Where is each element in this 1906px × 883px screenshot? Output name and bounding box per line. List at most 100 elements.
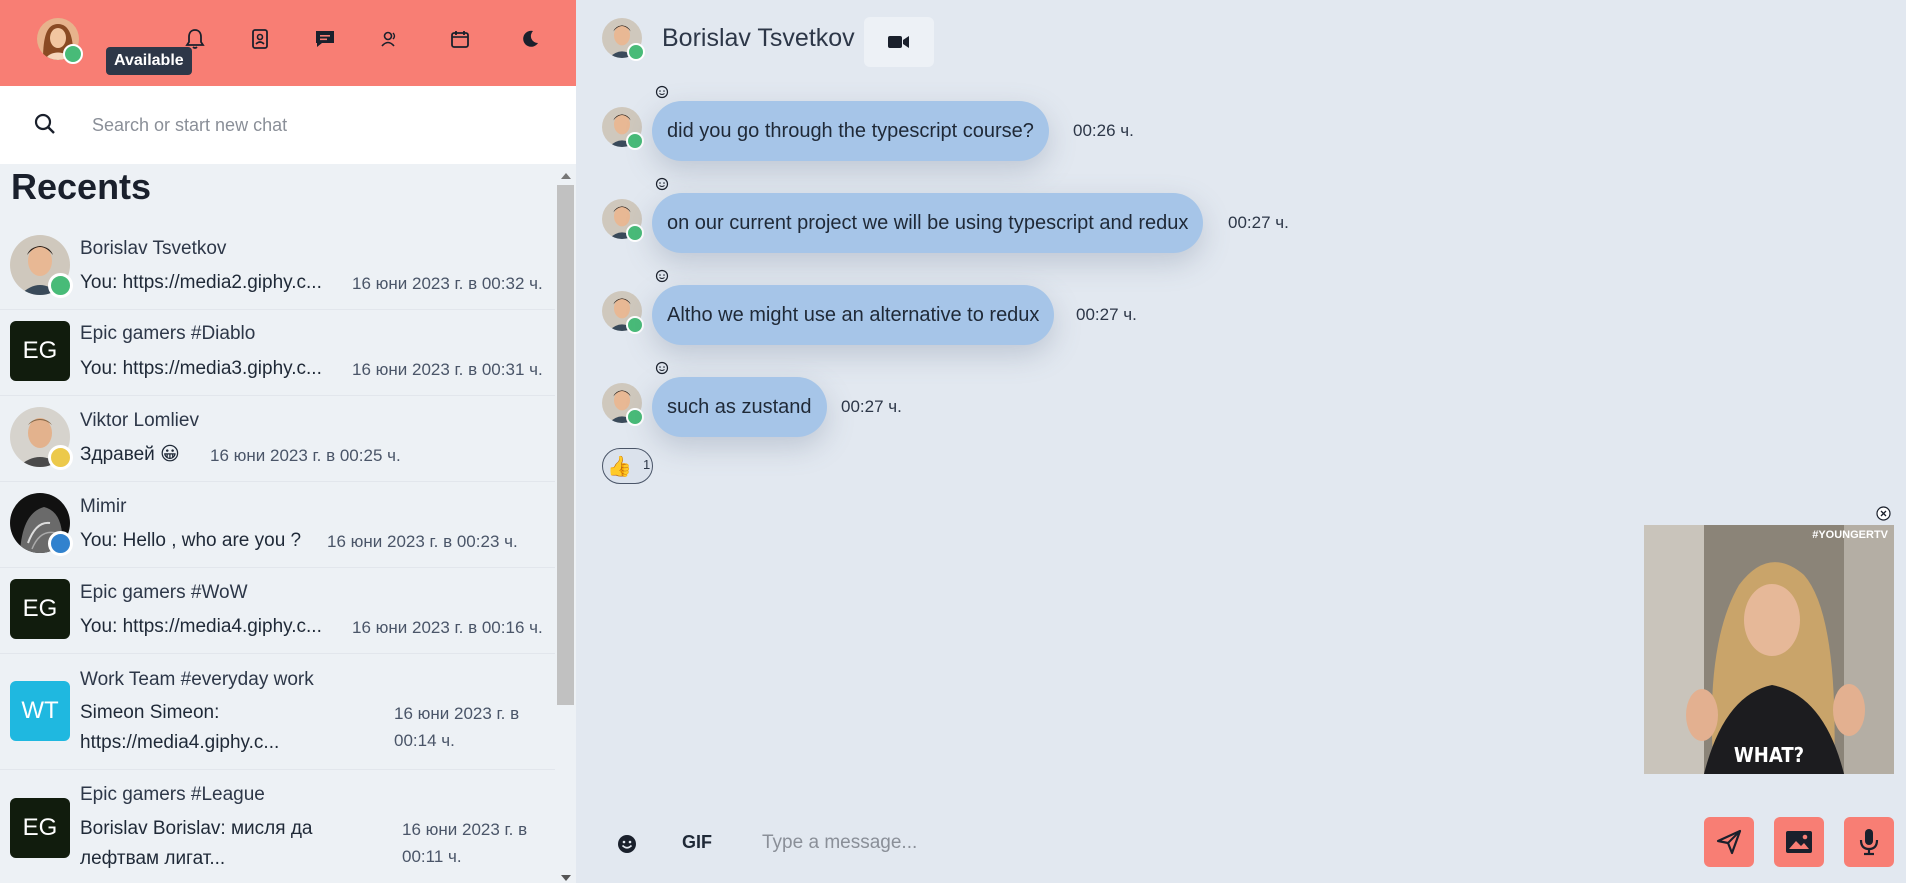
- message-time: 00:27 ч.: [1076, 305, 1137, 324]
- gif-watermark: #YOUNGERTV: [1812, 529, 1888, 541]
- emoji-icon[interactable]: [616, 833, 638, 855]
- contact-name: Borislav Tsvetkov: [662, 24, 855, 52]
- my-status-dot: [63, 44, 83, 64]
- chat-name: Borislav Tsvetkov: [80, 238, 227, 259]
- chat-item-epic-diablo[interactable]: EG Epic gamers #Diablo You: https://medi…: [0, 316, 555, 396]
- calendar-icon[interactable]: [447, 26, 473, 52]
- gif-preview[interactable]: #YOUNGERTV WHAT?: [1644, 525, 1894, 774]
- chat-name: Epic gamers #Diablo: [80, 323, 256, 344]
- contact-status-dot: [627, 43, 645, 61]
- message-bubble[interactable]: Altho we might use an alternative to red…: [652, 285, 1055, 345]
- sender-status-dot: [626, 408, 644, 426]
- chat-preview-line-2: https://media4.giphy.c...: [80, 732, 280, 753]
- video-call-button[interactable]: [864, 17, 934, 67]
- chat-time-line-2: 00:14 ч.: [394, 731, 455, 750]
- chat-preview-line-1: Simeon Simeon:: [80, 702, 220, 723]
- status-dot: [48, 273, 73, 298]
- close-preview-icon[interactable]: [1876, 506, 1891, 521]
- gif-button[interactable]: GIF: [682, 832, 712, 853]
- send-button[interactable]: [1704, 817, 1754, 867]
- message-composer: GIF: [576, 800, 1906, 883]
- chat-item-epic-league[interactable]: EG Epic gamers #League Borislav Borislav…: [0, 776, 555, 883]
- add-reaction-icon[interactable]: [655, 177, 669, 191]
- add-reaction-icon[interactable]: [655, 361, 669, 375]
- chat-time-line-1: 16 юни 2023 г. в: [394, 704, 520, 723]
- gif-caption: WHAT?: [1733, 743, 1805, 768]
- chat-preview-line-2: лефтвам лигат...: [80, 848, 226, 869]
- avatar: EG: [10, 579, 70, 639]
- chat-name: Work Team #everyday work: [80, 669, 314, 690]
- chat-preview: You: Hello , who are you ?: [80, 530, 302, 551]
- chat-time: 16 юни 2023 г. в 00:25 ч.: [210, 446, 401, 465]
- scroll-up-icon[interactable]: [561, 173, 571, 179]
- avatar: WT: [10, 681, 70, 741]
- search-bar: [0, 86, 576, 164]
- message-input[interactable]: [762, 822, 1662, 864]
- voice-message-button[interactable]: [1844, 817, 1894, 867]
- chat-icon[interactable]: [312, 26, 338, 52]
- status-dot: [48, 445, 73, 470]
- scrollbar-thumb[interactable]: [557, 185, 574, 705]
- chat-time: 16 юни 2023 г. в 00:31 ч.: [352, 360, 543, 379]
- status-tooltip: Available: [106, 47, 192, 75]
- search-input[interactable]: [92, 106, 532, 144]
- chat-item-mimir[interactable]: Mimir You: Hello , who are you ? 16 юни …: [0, 488, 555, 568]
- chat-time-line-1: 16 юни 2023 г. в: [402, 820, 528, 839]
- message-bubble[interactable]: did you go through the typescript course…: [652, 101, 1049, 161]
- chat-item-epic-wow[interactable]: EG Epic gamers #WoW You: https://media4.…: [0, 574, 555, 654]
- recents-title: Recents: [11, 166, 152, 207]
- search-icon[interactable]: [32, 111, 58, 137]
- group-icon[interactable]: [377, 26, 403, 52]
- chat-time: 16 юни 2023 г. в 00:16 ч.: [352, 618, 543, 637]
- chat-name: Epic gamers #WoW: [80, 582, 248, 603]
- sender-status-dot: [626, 316, 644, 334]
- moon-icon[interactable]: [517, 26, 543, 52]
- sidebar: Available Recents Borislav Tsvetkov Y: [0, 0, 576, 883]
- add-reaction-icon[interactable]: [655, 85, 669, 99]
- chat-time: 16 юни 2023 г. в 00:32 ч.: [352, 274, 543, 293]
- message-row: on our current project we will be using …: [576, 177, 1476, 253]
- chat-preview: Здравей 😀: [80, 444, 180, 465]
- chat-preview: You: https://media2.giphy.c...: [80, 272, 322, 293]
- chat-name: Epic gamers #League: [80, 784, 265, 805]
- chat-preview: You: https://media4.giphy.c...: [80, 616, 322, 637]
- sender-status-dot: [626, 132, 644, 150]
- reaction-count: 1: [643, 457, 651, 472]
- avatar: EG: [10, 798, 70, 858]
- bell-icon[interactable]: [182, 26, 208, 52]
- chat-time: 16 юни 2023 г. в 00:23 ч.: [327, 532, 518, 551]
- message-bubble[interactable]: on our current project we will be using …: [652, 193, 1204, 253]
- chat-time-line-2: 00:11 ч.: [402, 847, 462, 866]
- message-time: 00:27 ч.: [841, 397, 902, 416]
- thumbs-up-icon: 👍: [607, 455, 632, 478]
- microphone-icon: [1859, 829, 1879, 856]
- image-upload-button[interactable]: [1774, 817, 1824, 867]
- sender-status-dot: [626, 224, 644, 242]
- chat-name: Mimir: [80, 496, 127, 517]
- chat-preview-line-1: Borislav Borislav: мисля да: [80, 818, 313, 839]
- reaction-pill[interactable]: 👍 1: [602, 448, 653, 484]
- message-bubble[interactable]: such as zustand: [652, 377, 827, 437]
- status-dot: [48, 531, 73, 556]
- add-reaction-icon[interactable]: [655, 269, 669, 283]
- conversation-header: Borislav Tsvetkov: [576, 0, 1906, 80]
- chat-name: Viktor Lomliev: [80, 410, 199, 431]
- chat-item-borislav[interactable]: Borislav Tsvetkov You: https://media2.gi…: [0, 230, 555, 310]
- chat-preview: You: https://media3.giphy.c...: [80, 358, 322, 379]
- contacts-icon[interactable]: [247, 26, 273, 52]
- send-icon: [1716, 829, 1742, 855]
- chat-item-work-team[interactable]: WT Work Team #everyday work Simeon Simeo…: [0, 660, 555, 770]
- message-row: such as zustand 00:27 ч.: [576, 361, 1476, 437]
- recents-scrollbar[interactable]: [557, 170, 574, 883]
- message-row: Altho we might use an alternative to red…: [576, 269, 1476, 345]
- scroll-down-icon[interactable]: [561, 875, 571, 881]
- image-icon: [1786, 831, 1812, 853]
- message-time: 00:27 ч.: [1228, 213, 1289, 232]
- top-nav-bar: Available: [0, 0, 576, 86]
- chat-item-viktor[interactable]: Viktor Lomliev Здравей 😀 16 юни 2023 г. …: [0, 402, 555, 482]
- message-row: did you go through the typescript course…: [576, 85, 1476, 161]
- gif-image: [1644, 525, 1894, 774]
- message-time: 00:26 ч.: [1073, 121, 1134, 140]
- video-camera-icon: [888, 36, 909, 48]
- avatar: EG: [10, 321, 70, 381]
